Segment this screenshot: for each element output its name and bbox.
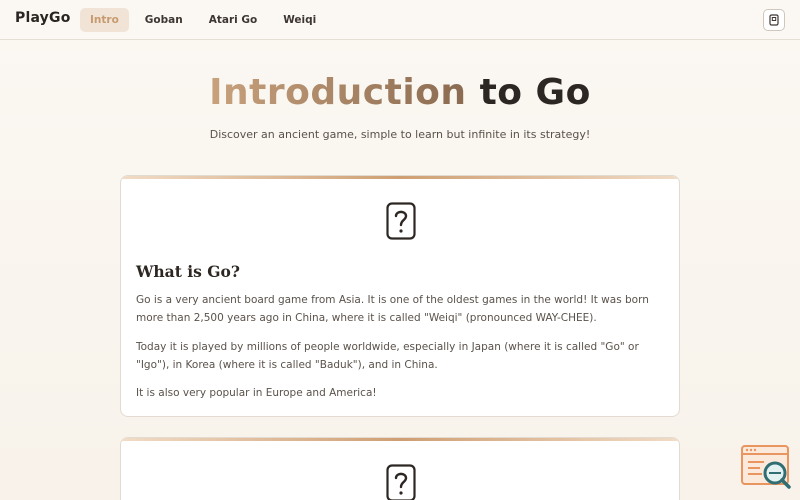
nav-tab-intro[interactable]: Intro	[80, 8, 129, 32]
question-card-icon	[386, 202, 416, 240]
card-paragraph-1: Go is a very ancient board game from Asi…	[136, 294, 649, 324]
top-navigation-bar: PlayGo Intro Goban Atari Go Weiqi	[0, 0, 800, 40]
nav-tab-goban[interactable]: Goban	[135, 8, 193, 32]
card-mode-button[interactable]	[763, 9, 785, 31]
page-subtitle: Discover an ancient game, simple to lear…	[209, 128, 591, 141]
card-paragraph-2: Today it is played by millions of people…	[136, 341, 639, 371]
card-title: What is Go?	[136, 262, 240, 281]
card-icon	[769, 14, 779, 26]
nav-tab-atari-go[interactable]: Atari Go	[199, 8, 268, 32]
brand-logo[interactable]: PlayGo	[15, 10, 71, 26]
page-title-highlight: Introduction	[209, 72, 467, 113]
info-card-second	[120, 437, 680, 500]
question-card-icon	[386, 464, 416, 500]
page-title-rest: to Go	[479, 72, 591, 113]
browser-search-icon	[741, 445, 791, 489]
card-accent-bar	[121, 176, 679, 179]
page-title: Introduction to Go	[0, 72, 800, 113]
nav-tab-weiqi[interactable]: Weiqi	[273, 8, 326, 32]
main-nav: Intro Goban Atari Go Weiqi	[80, 8, 326, 32]
info-card-what-is-go: What is Go? Go is a very ancient board g…	[120, 175, 680, 417]
card-paragraph-3: It is also very popular in Europe and Am…	[136, 387, 377, 399]
floating-browser-search-widget[interactable]	[740, 444, 792, 490]
card-accent-bar	[121, 438, 679, 441]
